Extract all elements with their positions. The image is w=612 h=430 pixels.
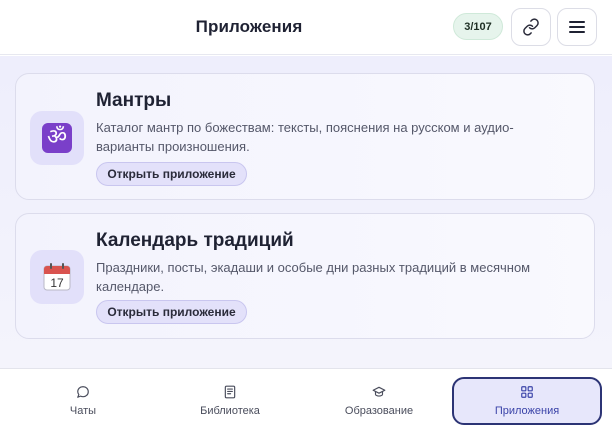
calendar-icon: 17 — [43, 263, 71, 291]
open-app-button[interactable]: Открыть приложение — [96, 162, 247, 186]
tab-label: Библиотека — [200, 405, 260, 417]
app-description: Праздники, посты, экадаши и особые дни р… — [96, 260, 531, 294]
om-icon: ॐ — [42, 123, 72, 153]
apps-content: ॐ Мантры Каталог мантр по божествам: тек… — [0, 56, 612, 368]
hamburger-menu-icon — [569, 21, 585, 33]
app-description: Каталог мантр по божествам: тексты, пояс… — [96, 120, 514, 154]
chat-bubble-icon — [77, 386, 89, 398]
tab-apps[interactable]: Приложения — [452, 377, 602, 425]
open-app-button[interactable]: Открыть приложение — [96, 300, 247, 324]
grid-icon — [521, 386, 533, 398]
bottom-tab-bar: Чаты Библиотека Образование Приложения — [0, 368, 612, 430]
menu-button[interactable] — [557, 8, 597, 46]
tab-chats[interactable]: Чаты — [8, 378, 158, 425]
calendar-icon-day: 17 — [50, 276, 64, 290]
tab-education[interactable]: Образование — [304, 378, 454, 425]
calendar-icon-tile: 17 — [30, 250, 84, 304]
app-title: Календарь традиций — [96, 230, 294, 251]
counter-badge: 3/107 — [453, 13, 503, 40]
app-header: Приложения 3/107 — [0, 0, 612, 55]
om-icon-tile: ॐ — [30, 111, 84, 165]
graduation-cap-icon — [372, 386, 386, 397]
tab-label: Приложения — [494, 405, 560, 417]
link-button[interactable] — [511, 8, 551, 46]
link-icon — [523, 18, 539, 36]
tab-label: Чаты — [69, 405, 97, 417]
app-card-calendar: 17 Календарь традиций Праздники, посты, … — [15, 213, 595, 339]
app-card-mantras: ॐ Мантры Каталог мантр по божествам: тек… — [15, 73, 595, 200]
tab-library[interactable]: Библиотека — [155, 378, 305, 425]
app-title: Мантры — [96, 90, 172, 111]
tab-label: Образование — [344, 405, 414, 417]
book-icon — [224, 385, 236, 399]
page-title-text: Приложения — [195, 17, 303, 36]
